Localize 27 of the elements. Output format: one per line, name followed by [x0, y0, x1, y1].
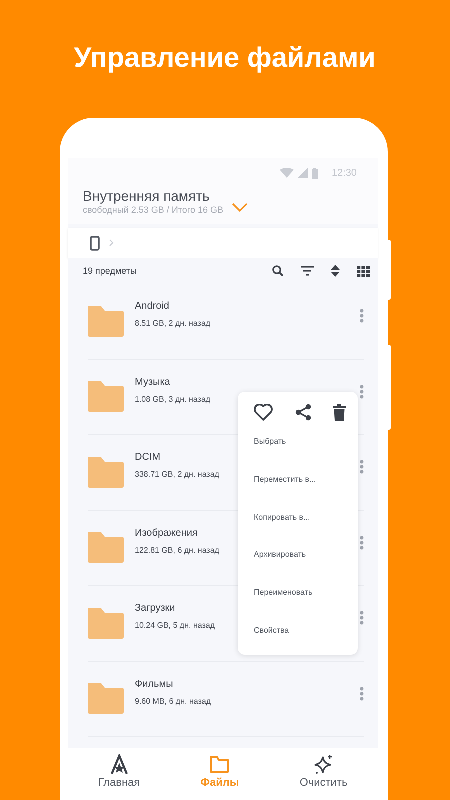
folder-name: Изображения [135, 526, 198, 540]
menu-item[interactable]: Архивировать [254, 550, 358, 588]
folder-name: Музыка [135, 376, 170, 389]
folder-info: 9.60 MB, 6 дн. назад [135, 696, 212, 706]
menu-item[interactable]: Выбрать [254, 437, 358, 475]
folder-info: 122.81 GB, 6 дн. назад [135, 546, 220, 555]
folder-info: 10.24 GB, 5 дн. назад [135, 621, 216, 630]
folder-name: Фильмы [135, 678, 174, 691]
nav-tab[interactable]: Главная [90, 748, 148, 798]
folder-info: 338.71 GB, 2 дн. назад [135, 470, 220, 480]
folder-row[interactable]: Android 8.51 GB, 2 дн. назад [88, 284, 364, 360]
folder-info: 8.51 GB, 2 дн. назад [135, 319, 211, 328]
storage-subtitle: свободный 2.53 GB / Итого 16 GB [83, 205, 224, 216]
item-count: 19 предметы [83, 266, 137, 276]
menu-item[interactable]: Переместить в... [254, 474, 358, 513]
folder-name: Android [135, 300, 170, 314]
menu-item[interactable]: Копировать в... [254, 512, 358, 550]
nav-tab[interactable]: Очистить [292, 748, 356, 798]
folder-row[interactable]: Фильмы 9.60 MB, 6 дн. назад [88, 662, 364, 737]
folder-name: DCIM [135, 451, 161, 464]
headline: Управление файлами [73, 41, 377, 75]
folder-name: Загрузки [135, 602, 176, 616]
menu-item[interactable]: Свойства [254, 626, 358, 664]
status-time: 12:30 [332, 168, 357, 178]
storage-title: Внутренняя память [83, 188, 211, 205]
folder-info: 1.08 GB, 3 дн. назад [135, 394, 211, 404]
menu-item[interactable]: Переименовать [254, 588, 358, 626]
